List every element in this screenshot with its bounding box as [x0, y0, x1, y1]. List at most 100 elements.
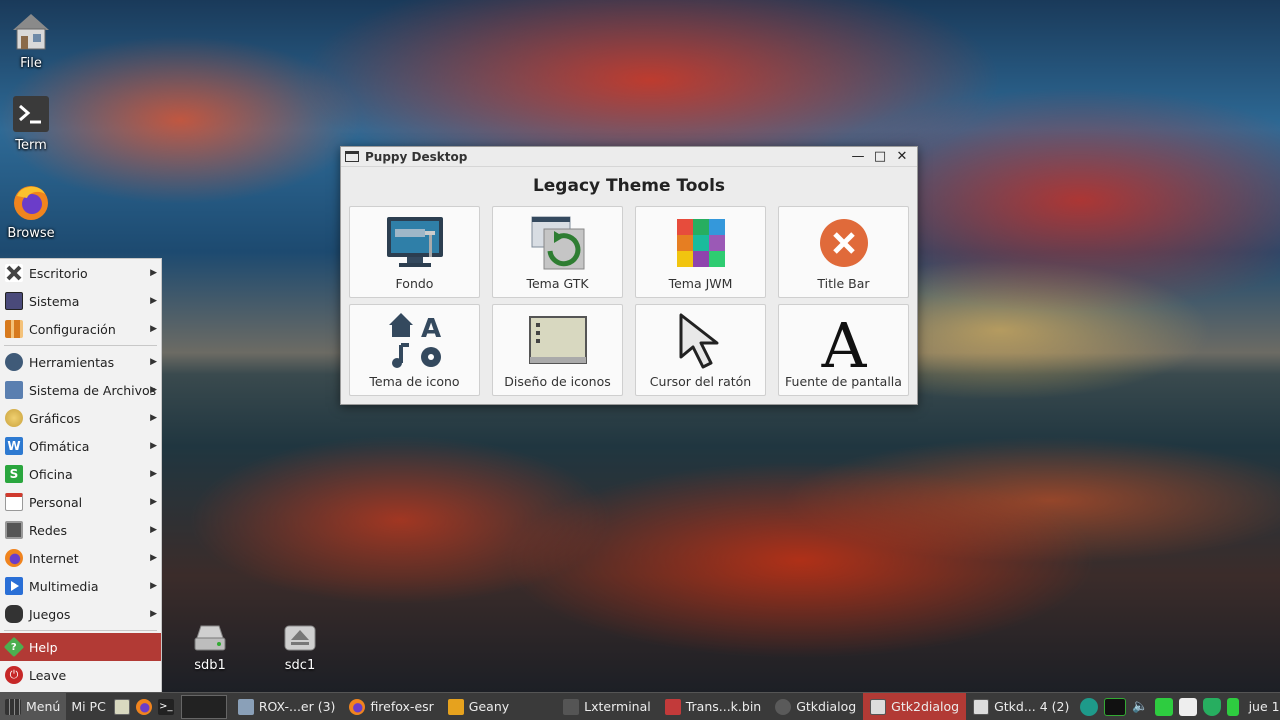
menu-item-juegos[interactable]: Juegos ▶: [0, 600, 161, 628]
color-grid-icon: [671, 213, 731, 273]
submenu-arrow-icon: ▶: [150, 497, 157, 507]
minimize-button[interactable]: —: [847, 149, 869, 164]
desktop-icon-browse[interactable]: Browse: [0, 182, 62, 241]
desktop-icon-label: Term: [15, 138, 47, 153]
mypc-button[interactable]: Mi PC: [66, 693, 111, 720]
system-tray: 🔈: [1080, 697, 1239, 716]
menu-item-sistema-de-archivos[interactable]: Sistema de Archivos ▶: [0, 376, 161, 404]
volume-icon[interactable]: 🔈: [1132, 699, 1148, 714]
tile-diseno-de-iconos[interactable]: Diseño de iconos: [492, 304, 623, 396]
drive-sdc1[interactable]: sdc1: [272, 624, 328, 673]
window-titlebar[interactable]: Puppy Desktop — □ ✕: [341, 147, 917, 167]
workspace-1[interactable]: [180, 694, 227, 719]
quicklaunch-files[interactable]: [111, 693, 133, 720]
window-icon: [973, 698, 990, 715]
menu-item-herramientas[interactable]: Herramientas ▶: [0, 348, 161, 376]
workspace-pager[interactable]: [177, 693, 231, 720]
menu-item-help[interactable]: ? Help: [0, 633, 161, 661]
writer-icon: W: [5, 437, 23, 455]
menu-item-label: Oficina: [29, 466, 73, 482]
submenu-arrow-icon: ▶: [150, 296, 157, 306]
tile-title-bar[interactable]: Title Bar: [778, 206, 909, 298]
tile-tema-gtk[interactable]: Tema GTK: [492, 206, 623, 298]
shield-icon[interactable]: [1202, 697, 1221, 716]
tile-cursor-del-raton[interactable]: Cursor del ratón: [635, 304, 766, 396]
eject-drive-icon: [283, 624, 317, 652]
quicklaunch-firefox[interactable]: [133, 693, 155, 720]
task-gtk2dialog[interactable]: Gtk2dialog: [863, 692, 967, 720]
menu-item-escritorio[interactable]: Escritorio ▶: [0, 259, 161, 287]
menu-item-multimedia[interactable]: Multimedia ▶: [0, 572, 161, 600]
task-lxterminal[interactable]: Lxterminal: [556, 693, 658, 720]
tile-fondo[interactable]: Fondo: [349, 206, 480, 298]
puppy-desktop-window: Puppy Desktop — □ ✕ Legacy Theme Tools F…: [340, 146, 918, 405]
screen-icon[interactable]: [1154, 697, 1173, 716]
task-label: ROX-...er (3): [258, 699, 336, 714]
submenu-arrow-icon: ▶: [150, 357, 157, 367]
task-gtkd-group[interactable]: Gtkd... 4 (2): [966, 693, 1076, 720]
menu-item-ofimatica[interactable]: W Ofimática ▶: [0, 432, 161, 460]
menu-item-personal[interactable]: Personal ▶: [0, 488, 161, 516]
menu-item-leave[interactable]: ⏻ Leave: [0, 661, 161, 689]
submenu-arrow-icon: ▶: [150, 553, 157, 563]
desktop-icon-term[interactable]: Term: [0, 94, 62, 153]
window-heading: Legacy Theme Tools: [532, 176, 726, 196]
tile-label: Fuente de pantalla: [785, 374, 902, 389]
drive-sdb1[interactable]: sdb1: [182, 624, 238, 673]
svg-text:A: A: [420, 314, 440, 344]
tile-tema-de-icono[interactable]: A Tema de icono: [349, 304, 480, 396]
menu-item-label: Gráficos: [29, 410, 81, 426]
tile-fuente-de-pantalla[interactable]: A Fuente de pantalla: [778, 304, 909, 396]
tile-label: Cursor del ratón: [649, 374, 752, 389]
task-label: firefox-esr: [370, 699, 434, 714]
submenu-arrow-icon: ▶: [150, 385, 157, 395]
graphics-icon: [5, 409, 23, 427]
menu-button[interactable]: Menú: [0, 692, 67, 720]
desktop-icon-label: File: [20, 56, 42, 71]
home-folder-icon: [11, 12, 51, 52]
rox-filer-icon: [237, 698, 254, 715]
task-rox-filer[interactable]: ROX-...er (3): [231, 693, 343, 720]
menu-item-oficina[interactable]: S Oficina ▶: [0, 460, 161, 488]
menu-item-internet[interactable]: Internet ▶: [0, 544, 161, 572]
tile-label: Tema GTK: [526, 276, 589, 291]
submenu-arrow-icon: ▶: [150, 581, 157, 591]
transmission-icon: [664, 698, 681, 715]
clock[interactable]: jue 11:18: [1239, 693, 1280, 720]
window-layout-icon: [528, 311, 588, 371]
quicklaunch-terminal[interactable]: >_: [155, 693, 177, 720]
menu-item-sistema[interactable]: Sistema ▶: [0, 287, 161, 315]
drive-icon: [193, 624, 227, 652]
menu-item-redes[interactable]: Redes ▶: [0, 516, 161, 544]
x-icon: [5, 264, 23, 282]
tile-label: Title Bar: [817, 276, 870, 291]
maximize-button[interactable]: □: [869, 149, 891, 164]
menu-item-configuracion[interactable]: Configuración ▶: [0, 315, 161, 343]
terminal-icon: >_: [157, 698, 174, 715]
files-icon: [113, 698, 130, 715]
network-status-icon[interactable]: [1080, 697, 1099, 716]
geany-icon: [447, 698, 464, 715]
tile-label: Diseño de iconos: [504, 374, 611, 389]
task-transmission[interactable]: Trans...k.bin: [658, 693, 769, 720]
task-gtkdialog[interactable]: Gtkdialog: [768, 693, 863, 720]
firefox-icon: [11, 182, 51, 222]
close-button[interactable]: ✕: [891, 149, 913, 164]
task-label: Lxterminal: [584, 699, 651, 714]
menu-item-graficos[interactable]: Gráficos ▶: [0, 404, 161, 432]
window-title: Puppy Desktop: [365, 149, 468, 164]
submenu-arrow-icon: ▶: [150, 469, 157, 479]
menu-item-label: Juegos: [29, 606, 71, 622]
icon-set-icon: A: [385, 311, 445, 371]
task-firefox-esr[interactable]: firefox-esr: [342, 693, 440, 720]
gamepad-icon: [5, 605, 23, 623]
task-geany[interactable]: Geany: [441, 693, 556, 720]
tile-tema-jwm[interactable]: Tema JWM: [635, 206, 766, 298]
tile-label: Tema de icono: [369, 374, 460, 389]
help-icon: ?: [3, 636, 25, 658]
mypc-label: Mi PC: [71, 699, 106, 714]
battery-icon[interactable]: [1226, 697, 1239, 716]
clipboard-icon[interactable]: [1178, 697, 1197, 716]
cpu-monitor-icon[interactable]: [1104, 697, 1127, 716]
desktop-icon-file[interactable]: File: [0, 12, 62, 71]
